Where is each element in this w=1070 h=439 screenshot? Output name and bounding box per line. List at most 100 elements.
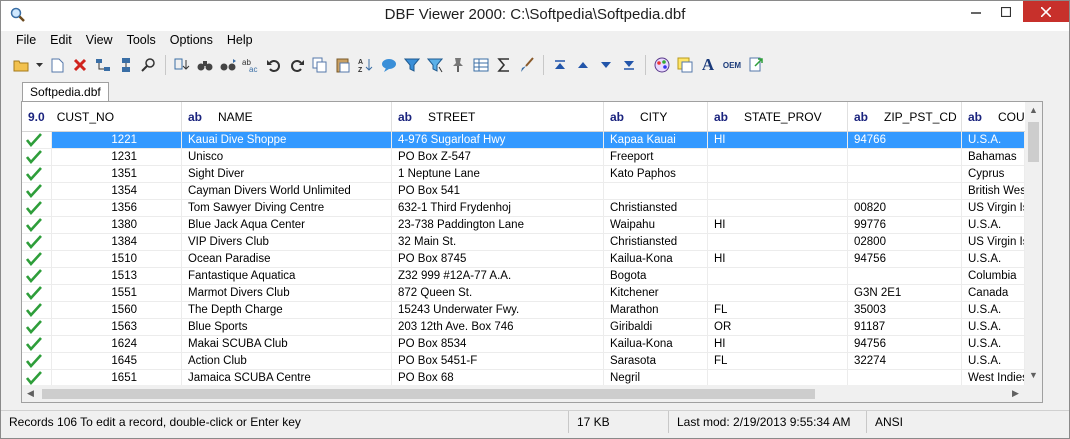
- cell-city[interactable]: Negril: [604, 370, 708, 386]
- copy-icon[interactable]: [310, 54, 330, 76]
- delete-icon[interactable]: [70, 54, 90, 76]
- cell-name[interactable]: Ocean Paradise: [182, 251, 392, 267]
- cell-city[interactable]: Kapaa Kauai: [604, 132, 708, 148]
- sum-icon[interactable]: [494, 54, 514, 76]
- column-header-cust-no[interactable]: 9.0 CUST_NO: [22, 102, 182, 132]
- cell-cust-no[interactable]: 1651: [52, 370, 182, 386]
- cell-country[interactable]: U.S.A.: [962, 132, 1025, 148]
- table-row[interactable]: 1513 Fantastique Aquatica Z32 999 #12A-77 …: [22, 268, 1025, 285]
- horizontal-scrollbar[interactable]: ◀ ▶: [22, 385, 1025, 402]
- last-record-icon[interactable]: [619, 54, 639, 76]
- cell-state-prov[interactable]: [708, 149, 848, 165]
- cell-street[interactable]: PO Box 68: [392, 370, 604, 386]
- cell-country[interactable]: US Virgin Island: [962, 200, 1025, 216]
- column-header-state-prov[interactable]: ab STATE_PROV: [708, 102, 848, 132]
- cell-street[interactable]: 1 Neptune Lane: [392, 166, 604, 182]
- cell-country[interactable]: US Virgin Island: [962, 234, 1025, 250]
- cell-city[interactable]: Kailua-Kona: [604, 336, 708, 352]
- cell-zip-pst-cd[interactable]: [848, 166, 962, 182]
- paste-icon[interactable]: [333, 54, 353, 76]
- cell-state-prov[interactable]: [708, 200, 848, 216]
- color-icon[interactable]: [652, 54, 672, 76]
- cell-country[interactable]: U.S.A.: [962, 319, 1025, 335]
- cell-state-prov[interactable]: HI: [708, 217, 848, 233]
- cell-city[interactable]: [604, 183, 708, 199]
- cell-city[interactable]: Bogota: [604, 268, 708, 284]
- cell-zip-pst-cd[interactable]: 94756: [848, 336, 962, 352]
- cell-name[interactable]: Kauai Dive Shoppe: [182, 132, 392, 148]
- cell-name[interactable]: Tom Sawyer Diving Centre: [182, 200, 392, 216]
- funnel-icon[interactable]: [425, 54, 445, 76]
- cell-street[interactable]: 4-976 Sugarloaf Hwy: [392, 132, 604, 148]
- cell-country[interactable]: U.S.A.: [962, 217, 1025, 233]
- cell-street[interactable]: 203 12th Ave. Box 746: [392, 319, 604, 335]
- dropdown-arrow-icon[interactable]: [34, 54, 44, 76]
- cell-city[interactable]: Kailua-Kona: [604, 251, 708, 267]
- cell-zip-pst-cd[interactable]: 94766: [848, 132, 962, 148]
- cell-country[interactable]: Columbia: [962, 268, 1025, 284]
- cell-street[interactable]: PO Box 8745: [392, 251, 604, 267]
- cell-street[interactable]: 23-738 Paddington Lane: [392, 217, 604, 233]
- font-icon[interactable]: A: [698, 54, 718, 76]
- sort-az-icon[interactable]: AZ: [356, 54, 376, 76]
- column-header-zip-pst-cd[interactable]: ab ZIP_PST_CD: [848, 102, 962, 132]
- cell-state-prov[interactable]: HI: [708, 132, 848, 148]
- first-record-icon[interactable]: [550, 54, 570, 76]
- cell-city[interactable]: Sarasota: [604, 353, 708, 369]
- scroll-up-icon[interactable]: ▲: [1029, 105, 1038, 115]
- cell-zip-pst-cd[interactable]: 99776: [848, 217, 962, 233]
- cell-city[interactable]: Christiansted: [604, 234, 708, 250]
- column-header-name[interactable]: ab NAME: [182, 102, 392, 132]
- cell-zip-pst-cd[interactable]: [848, 183, 962, 199]
- cell-zip-pst-cd[interactable]: 91187: [848, 319, 962, 335]
- table-row[interactable]: 1551 Marmot Divers Club 872 Queen St. Kitch…: [22, 285, 1025, 302]
- menu-view[interactable]: View: [79, 31, 120, 51]
- cell-country[interactable]: British West Ind: [962, 183, 1025, 199]
- cell-state-prov[interactable]: [708, 183, 848, 199]
- undo-icon[interactable]: [264, 54, 284, 76]
- open-folder-icon[interactable]: [11, 54, 31, 76]
- table-row[interactable]: 1560 The Depth Charge 15243 Underwater Fwy…: [22, 302, 1025, 319]
- minimize-button[interactable]: [961, 1, 991, 23]
- cell-state-prov[interactable]: [708, 166, 848, 182]
- cell-street[interactable]: 872 Queen St.: [392, 285, 604, 301]
- cell-cust-no[interactable]: 1624: [52, 336, 182, 352]
- find-next-icon[interactable]: [218, 54, 238, 76]
- cell-country[interactable]: U.S.A.: [962, 251, 1025, 267]
- replace-icon[interactable]: ab ac: [241, 54, 261, 76]
- export-icon[interactable]: [746, 54, 766, 76]
- cell-state-prov[interactable]: OR: [708, 319, 848, 335]
- table-row[interactable]: 1351 Sight Diver 1 Neptune Lane Kato Paphos…: [22, 166, 1025, 183]
- cell-state-prov[interactable]: [708, 234, 848, 250]
- cell-cust-no[interactable]: 1221: [52, 132, 182, 148]
- cell-zip-pst-cd[interactable]: 35003: [848, 302, 962, 318]
- cell-street[interactable]: 15243 Underwater Fwy.: [392, 302, 604, 318]
- scroll-down-icon[interactable]: ▼: [1029, 370, 1038, 380]
- cell-state-prov[interactable]: HI: [708, 336, 848, 352]
- cell-zip-pst-cd[interactable]: 00820: [848, 200, 962, 216]
- cell-name[interactable]: Unisco: [182, 149, 392, 165]
- cell-cust-no[interactable]: 1560: [52, 302, 182, 318]
- cell-name[interactable]: Blue Sports: [182, 319, 392, 335]
- menu-help[interactable]: Help: [220, 31, 260, 51]
- scroll-left-icon[interactable]: ◀: [27, 388, 34, 399]
- table-row[interactable]: 1356 Tom Sawyer Diving Centre 632-1 Third …: [22, 200, 1025, 217]
- table-row[interactable]: 1231 Unisco PO Box Z-547 Freeport Bahamas: [22, 149, 1025, 166]
- cell-cust-no[interactable]: 1510: [52, 251, 182, 267]
- cell-zip-pst-cd[interactable]: G3N 2E1: [848, 285, 962, 301]
- cell-country[interactable]: Cyprus: [962, 166, 1025, 182]
- pin-icon[interactable]: [448, 54, 468, 76]
- cell-name[interactable]: Sight Diver: [182, 166, 392, 182]
- cell-zip-pst-cd[interactable]: [848, 149, 962, 165]
- table-row[interactable]: 1384 VIP Divers Club 32 Main St. Christians…: [22, 234, 1025, 251]
- cell-street[interactable]: PO Box 541: [392, 183, 604, 199]
- cell-cust-no[interactable]: 1356: [52, 200, 182, 216]
- table-row[interactable]: 1563 Blue Sports 203 12th Ave. Box 746 Giri…: [22, 319, 1025, 336]
- cell-city[interactable]: Kitchener: [604, 285, 708, 301]
- cell-country[interactable]: U.S.A.: [962, 353, 1025, 369]
- cell-cust-no[interactable]: 1551: [52, 285, 182, 301]
- cell-street[interactable]: PO Box Z-547: [392, 149, 604, 165]
- cell-state-prov[interactable]: [708, 370, 848, 386]
- cell-city[interactable]: Marathon: [604, 302, 708, 318]
- maximize-button[interactable]: [991, 1, 1021, 23]
